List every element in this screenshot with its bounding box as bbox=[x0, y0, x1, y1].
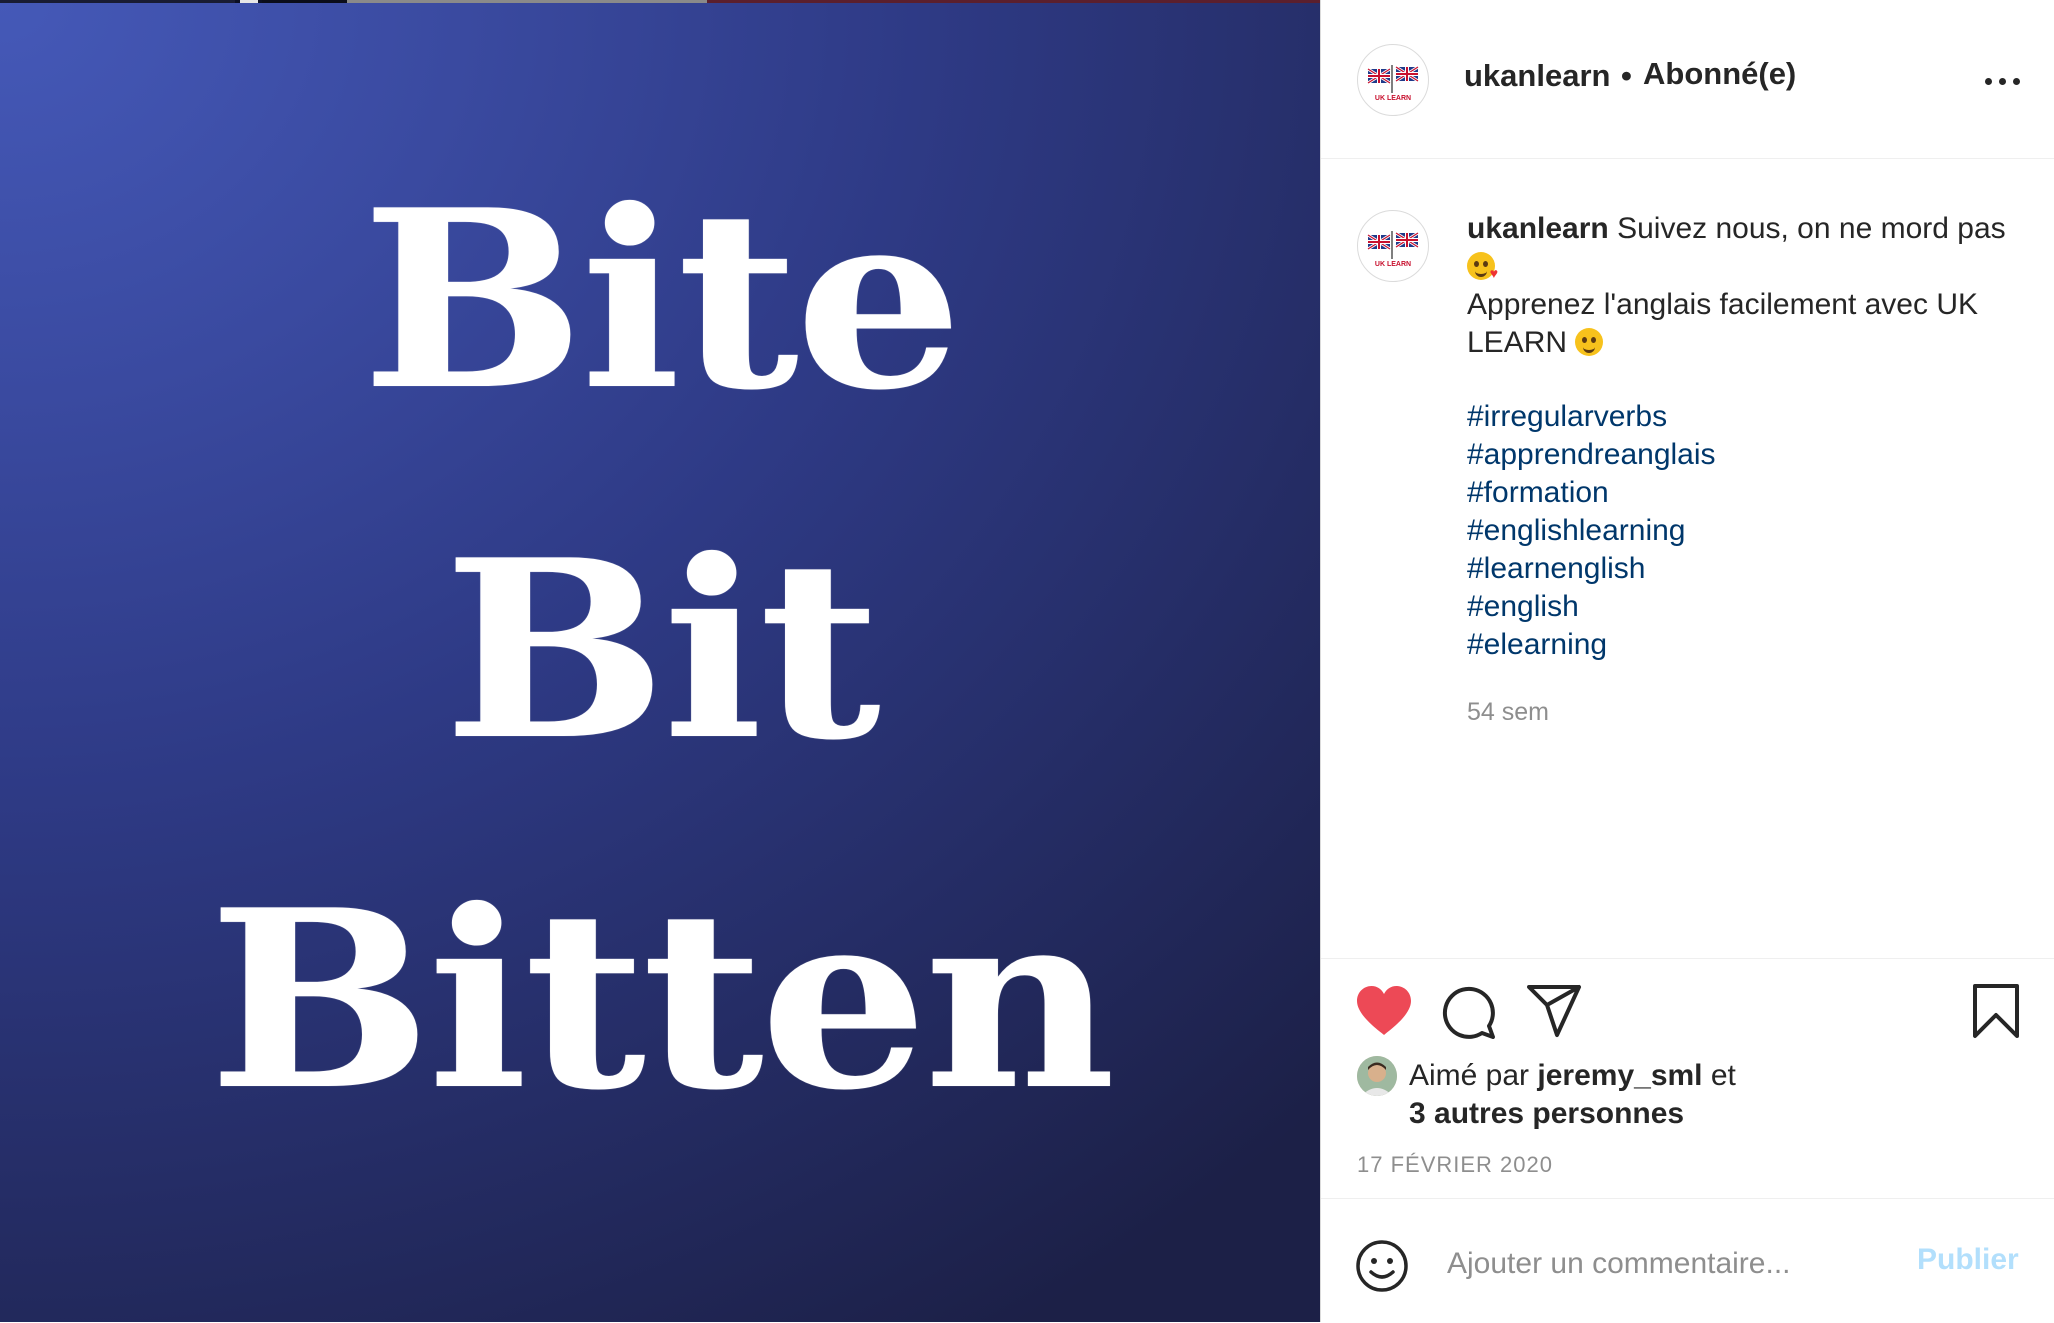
hashtag-link[interactable]: #irregularverbs bbox=[1467, 398, 1716, 436]
liker-avatar[interactable] bbox=[1357, 1056, 1397, 1096]
caption-line-2: Apprenez l'anglais facilement avec UK bbox=[1467, 288, 1978, 321]
avatar[interactable]: UK LEARN bbox=[1357, 44, 1429, 116]
caption-line-3: LEARN bbox=[1467, 326, 1568, 359]
post-image[interactable]: Bite Bit Bitten bbox=[0, 0, 1320, 1322]
publish-button[interactable]: Publier bbox=[1917, 1243, 2019, 1277]
header-username[interactable]: ukanlearn bbox=[1464, 58, 1610, 94]
comment-icon[interactable] bbox=[1441, 985, 1497, 1039]
caption-line-1: Suivez nous, on ne mord pas bbox=[1617, 212, 2006, 245]
hashtag-link[interactable]: #elearning bbox=[1467, 626, 1716, 664]
liker-username[interactable]: jeremy_sml bbox=[1537, 1059, 1702, 1092]
top-strip bbox=[0, 0, 1320, 3]
hashtag-link[interactable]: #apprendreanglais bbox=[1467, 436, 1716, 474]
hashtag-link[interactable]: #learnenglish bbox=[1467, 550, 1716, 588]
bookmark-icon[interactable] bbox=[1971, 982, 2021, 1040]
likes-prefix: Aimé par bbox=[1409, 1059, 1530, 1092]
likes-conjunction: et bbox=[1710, 1059, 1736, 1092]
likes-summary: Aimé par jeremy_sml et 3 autres personne… bbox=[1409, 1057, 1736, 1133]
hashtag-list: #irregularverbs #apprendreanglais #forma… bbox=[1467, 398, 1716, 664]
share-icon[interactable] bbox=[1525, 983, 1583, 1039]
person-avatar-icon bbox=[1357, 1056, 1397, 1096]
likes-others-link[interactable]: 3 autres personnes bbox=[1409, 1097, 1684, 1130]
kiss-emoji-icon: ♥ bbox=[1467, 252, 1498, 280]
more-options-icon[interactable] bbox=[1981, 62, 2025, 102]
header-separator: • bbox=[1621, 58, 1632, 93]
caption-avatar[interactable]: UK LEARN bbox=[1357, 210, 1429, 282]
caption: ukanlearn Suivez nous, on ne mord pas ♥ … bbox=[1467, 210, 2037, 362]
emoji-icon[interactable] bbox=[1355, 1239, 1409, 1293]
uk-flags-logo-icon: UK LEARN bbox=[1367, 65, 1419, 102]
uk-flags-logo-icon: UK LEARN bbox=[1367, 231, 1419, 268]
avatar-text: UK LEARN bbox=[1375, 95, 1411, 102]
hashtag-link[interactable]: #formation bbox=[1467, 474, 1716, 512]
post-date: 17 FÉVRIER 2020 bbox=[1357, 1152, 1553, 1177]
avatar-text: UK LEARN bbox=[1375, 261, 1411, 268]
wink-emoji-icon bbox=[1575, 328, 1604, 356]
post-text-line-3: Bitten bbox=[208, 856, 1116, 1144]
heart-icon[interactable] bbox=[1355, 985, 1413, 1037]
caption-time-ago[interactable]: 54 sem bbox=[1467, 698, 1549, 727]
hashtag-link[interactable]: #englishlearning bbox=[1467, 512, 1716, 550]
post-text-line-1: Bite bbox=[361, 156, 963, 444]
actions-divider bbox=[1321, 958, 2054, 959]
comment-input[interactable] bbox=[1445, 1243, 1909, 1285]
post-side-panel: UK LEARN ukanlearn • Abonné(e) UK LEARN … bbox=[1320, 0, 2054, 1322]
post-text-line-2: Bit bbox=[443, 506, 881, 794]
follow-status-button[interactable]: Abonné(e) bbox=[1643, 56, 1796, 92]
caption-username[interactable]: ukanlearn bbox=[1467, 212, 1609, 245]
hashtag-link[interactable]: #english bbox=[1467, 588, 1716, 626]
post-header: UK LEARN ukanlearn • Abonné(e) bbox=[1321, 0, 2054, 159]
comment-bar: Publier bbox=[1321, 1198, 2054, 1323]
